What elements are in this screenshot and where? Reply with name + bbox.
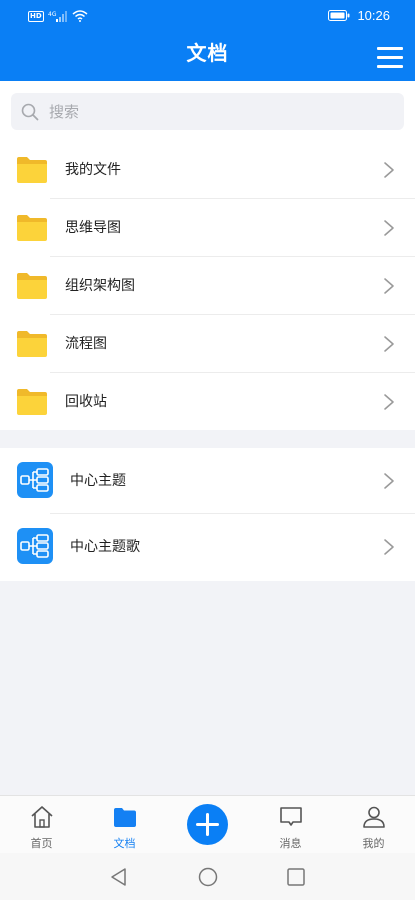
folder-label: 思维导图 — [65, 220, 121, 236]
search-bar[interactable] — [11, 93, 404, 130]
tab-messages[interactable]: 消息 — [249, 796, 332, 854]
tab-home-label: 首页 — [30, 837, 53, 850]
home-icon — [31, 806, 53, 828]
folder-icon — [16, 155, 48, 185]
file-row[interactable]: 中心主题歌 — [0, 514, 415, 580]
clock: 10:26 — [357, 8, 390, 23]
folder-label: 流程图 — [65, 336, 107, 352]
mindmap-icon — [17, 462, 53, 498]
tab-home[interactable]: 首页 — [0, 796, 83, 854]
folder-icon — [16, 271, 48, 301]
hd-badge: HD — [28, 10, 44, 22]
battery-icon — [328, 10, 350, 21]
file-label: 中心主题 — [70, 473, 126, 489]
folder-row[interactable]: 我的文件 — [0, 141, 415, 199]
folder-row[interactable]: 回收站 — [0, 373, 415, 431]
message-icon — [280, 807, 302, 826]
folder-icon — [114, 808, 136, 827]
chevron-right-icon — [383, 219, 395, 237]
page-title: 文档 — [186, 41, 229, 65]
signal-label: 4G — [48, 11, 57, 18]
status-bar: HD 4G 10:26 — [0, 0, 415, 34]
folder-label: 我的文件 — [65, 162, 121, 178]
folder-icon — [16, 213, 48, 243]
folder-row[interactable]: 组织架构图 — [0, 257, 415, 315]
wifi-icon — [72, 10, 88, 22]
folder-icon — [16, 329, 48, 359]
chevron-right-icon — [383, 335, 395, 353]
folder-label: 组织架构图 — [65, 278, 135, 294]
folder-label: 回收站 — [65, 394, 107, 410]
file-list: 中心主题 中心主题歌 — [0, 448, 415, 581]
mindmap-icon — [17, 528, 53, 564]
cellular-signal-icon: 4G — [48, 11, 67, 22]
tab-messages-label: 消息 — [279, 837, 302, 850]
add-button[interactable] — [187, 804, 228, 845]
chevron-right-icon — [383, 472, 395, 490]
search-input[interactable] — [49, 102, 379, 121]
back-icon[interactable] — [108, 866, 130, 888]
file-label: 中心主题歌 — [70, 539, 140, 555]
folder-row[interactable]: 流程图 — [0, 315, 415, 373]
search-section — [0, 81, 415, 141]
bottom-tab-bar: 首页 文档 消息 我的 — [0, 795, 415, 853]
chevron-right-icon — [383, 393, 395, 411]
app-header: HD 4G 10:26 文档 — [0, 0, 415, 81]
folder-row[interactable]: 思维导图 — [0, 199, 415, 257]
tab-profile[interactable]: 我的 — [332, 796, 415, 854]
hamburger-menu-icon[interactable] — [377, 47, 403, 69]
folder-list: 我的文件思维导图组织架构图流程图回收站 — [0, 141, 415, 430]
folder-icon — [16, 387, 48, 417]
chevron-right-icon — [383, 538, 395, 556]
file-row[interactable]: 中心主题 — [0, 448, 415, 514]
chevron-right-icon — [383, 277, 395, 295]
home-circle-icon[interactable] — [197, 866, 219, 888]
tab-documents[interactable]: 文档 — [83, 796, 166, 854]
chevron-right-icon — [383, 161, 395, 179]
recents-icon[interactable] — [285, 866, 307, 888]
tab-documents-label: 文档 — [113, 837, 136, 850]
tab-profile-label: 我的 — [362, 837, 385, 850]
user-icon — [363, 806, 385, 828]
system-navigation-bar — [0, 853, 415, 900]
search-icon — [21, 103, 39, 120]
